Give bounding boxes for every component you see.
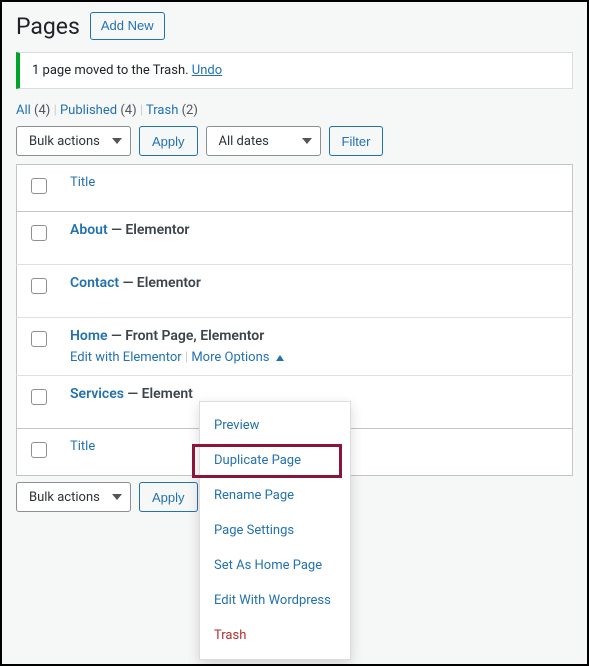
add-new-button[interactable]: Add New [90,12,165,40]
dropdown-edit-wp[interactable]: Edit With Wordpress [200,583,350,618]
dropdown-rename[interactable]: Rename Page [200,478,350,513]
apply-button-bottom[interactable]: Apply [139,482,198,512]
filter-trash[interactable]: Trash [146,103,178,118]
row-title-link[interactable]: Home [70,328,108,344]
row-checkbox[interactable] [31,225,47,241]
row-checkbox[interactable] [31,331,47,347]
date-filter-select[interactable]: All dates [206,126,321,156]
bulk-actions-select-top[interactable]: Bulk actions [16,126,131,156]
filter-published[interactable]: Published [60,103,117,118]
row-title-link[interactable]: Services [70,386,124,402]
dropdown-settings[interactable]: Page Settings [200,513,350,548]
more-options-toggle[interactable]: More Options [191,350,283,365]
row-meta: — Elementor [108,222,190,238]
select-all-bottom[interactable] [31,442,47,458]
table-row: Contact — Elementor [17,265,573,318]
status-filter-links: All (4) | Published (4) | Trash (2) [16,103,573,118]
row-meta: — Front Page, Elementor [108,328,265,344]
row-title-link[interactable]: Contact [70,275,119,291]
dropdown-preview[interactable]: Preview [200,408,350,443]
notice-text: 1 page moved to the Trash. [32,63,192,78]
apply-button-top[interactable]: Apply [139,126,198,156]
chevron-down-icon [112,138,122,144]
edit-with-elementor-link[interactable]: Edit with Elementor [70,350,182,365]
filter-all[interactable]: All [16,103,31,118]
chevron-down-icon [112,494,122,500]
select-all-top[interactable] [31,178,47,194]
column-header-title[interactable]: Title [60,165,573,212]
page-title: Pages [16,13,80,40]
bulk-actions-label: Bulk actions [29,134,100,149]
filter-trash-count: (2) [182,103,198,118]
row-title-link[interactable]: About [70,222,108,238]
row-meta: — Element [124,386,193,402]
row-checkbox[interactable] [31,389,47,405]
dropdown-trash[interactable]: Trash [200,618,350,653]
table-row: About — Elementor [17,212,573,265]
row-meta: — Elementor [119,275,201,291]
dropdown-duplicate[interactable]: Duplicate Page [200,443,350,478]
all-dates-label: All dates [219,134,269,149]
bulk-actions-select-bottom[interactable]: Bulk actions [16,482,131,512]
filter-button[interactable]: Filter [329,126,384,156]
row-checkbox[interactable] [31,278,47,294]
notice-trash: 1 page moved to the Trash. Undo [16,52,573,89]
triangle-up-icon [276,355,284,361]
filter-published-count: (4) [120,103,136,118]
bulk-actions-label: Bulk actions [29,490,100,505]
filter-all-count: (4) [34,103,50,118]
dropdown-set-home[interactable]: Set As Home Page [200,548,350,583]
more-options-dropdown: Preview Duplicate Page Rename Page Page … [199,401,351,660]
table-row: Home — Front Page, Elementor Edit with E… [17,318,573,376]
chevron-down-icon [302,138,312,144]
undo-link[interactable]: Undo [192,63,222,78]
